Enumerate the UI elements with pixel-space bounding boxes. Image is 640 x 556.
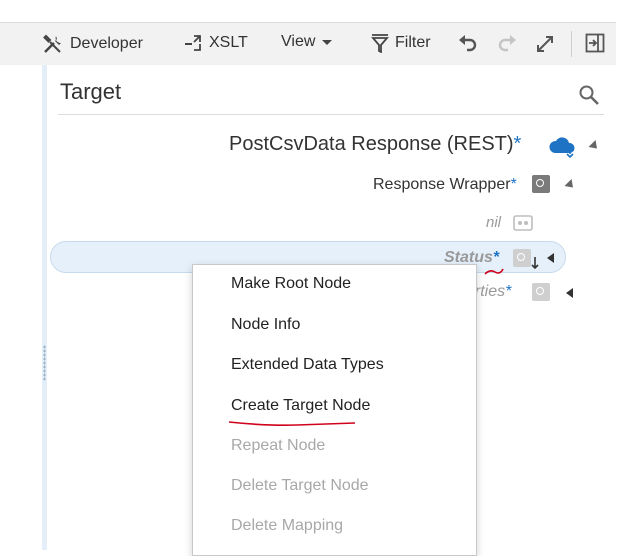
search-icon[interactable] bbox=[578, 84, 600, 111]
required-mark: * bbox=[505, 283, 512, 300]
view-label: View bbox=[281, 33, 316, 50]
context-menu: Make Root Node Node Info Extended Data T… bbox=[192, 264, 477, 556]
tree-node-root[interactable]: PostCsvData Response (REST)* bbox=[229, 133, 521, 156]
developer-button[interactable]: Developer bbox=[42, 33, 143, 55]
view-menu-button[interactable]: View bbox=[281, 33, 333, 51]
menu-item-make-root-node[interactable]: Make Root Node bbox=[231, 275, 351, 293]
undo-button[interactable] bbox=[458, 34, 478, 52]
cloud-rest-icon bbox=[548, 135, 578, 164]
menu-item-repeat-node: Repeat Node bbox=[231, 437, 326, 454]
tree-node-nil[interactable]: nil bbox=[486, 214, 501, 231]
nil-attribute-icon bbox=[513, 214, 533, 237]
chevron-down-icon bbox=[321, 37, 333, 47]
right-edge bbox=[616, 0, 640, 550]
panel-toggle-button[interactable] bbox=[585, 33, 605, 53]
filter-label: Filter bbox=[395, 34, 431, 51]
xslt-button[interactable]: XSLT bbox=[183, 33, 248, 53]
element-icon bbox=[532, 283, 550, 301]
required-mark: * bbox=[510, 176, 517, 193]
toolbar-divider bbox=[571, 31, 572, 57]
splitter-grip[interactable] bbox=[43, 345, 46, 381]
source-pane bbox=[0, 65, 42, 550]
down-arrow-icon bbox=[530, 256, 540, 275]
menu-item-create-target-node[interactable]: Create Target Node bbox=[231, 397, 370, 415]
mapper-toolbar: Developer XSLT View Filter bbox=[0, 22, 616, 66]
element-icon bbox=[532, 175, 550, 193]
annotation-squiggle bbox=[484, 264, 504, 282]
xslt-icon bbox=[183, 33, 203, 53]
tools-icon bbox=[42, 33, 64, 55]
triangle-collapse-icon[interactable] bbox=[547, 253, 554, 263]
menu-item-node-info[interactable]: Node Info bbox=[231, 316, 300, 334]
response-wrapper-label: Response Wrapper bbox=[373, 176, 511, 193]
tree-node-response-wrapper[interactable]: Response Wrapper* bbox=[373, 176, 517, 194]
panel-toggle-icon bbox=[585, 33, 605, 53]
annotation-underline bbox=[227, 416, 357, 434]
menu-item-delete-mapping: Delete Mapping bbox=[231, 517, 344, 534]
xslt-label: XSLT bbox=[209, 34, 248, 51]
title-divider bbox=[58, 114, 604, 115]
panel-title: Target bbox=[60, 79, 122, 104]
menu-item-delete-target-node: Delete Target Node bbox=[231, 477, 369, 494]
developer-label: Developer bbox=[70, 35, 143, 52]
triangle-collapse-icon[interactable] bbox=[566, 288, 573, 298]
filter-button[interactable]: Filter bbox=[371, 33, 431, 53]
expand-button[interactable] bbox=[535, 34, 555, 54]
root-node-label: PostCsvData Response (REST) bbox=[229, 133, 514, 155]
nil-label: nil bbox=[486, 214, 502, 231]
element-icon bbox=[513, 249, 531, 267]
menu-item-extended-data-types[interactable]: Extended Data Types bbox=[231, 356, 384, 374]
undo-icon bbox=[458, 34, 478, 52]
filter-icon bbox=[371, 33, 389, 53]
redo-icon bbox=[497, 34, 517, 52]
redo-button[interactable] bbox=[497, 34, 517, 52]
required-mark: * bbox=[513, 133, 522, 155]
expand-icon bbox=[535, 34, 555, 54]
